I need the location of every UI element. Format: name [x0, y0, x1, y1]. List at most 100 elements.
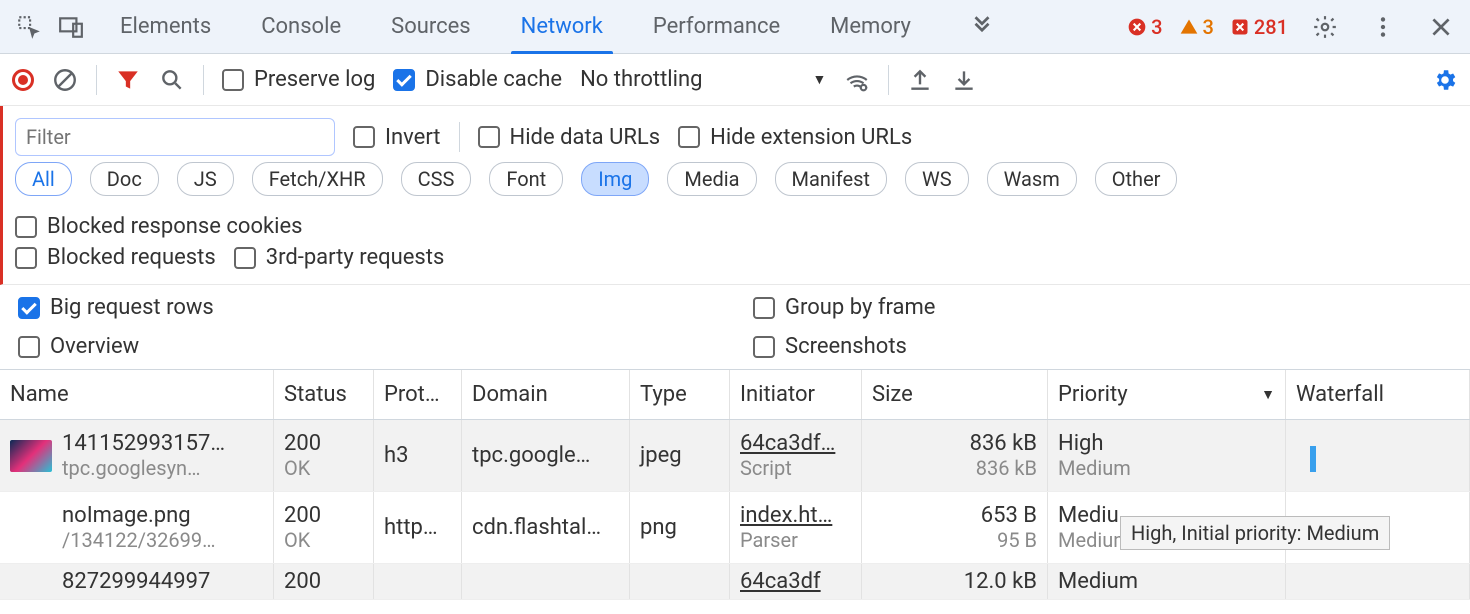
invert-label: Invert [385, 125, 441, 150]
clear-button[interactable] [52, 67, 78, 93]
initiator-link[interactable]: index.ht… [740, 503, 851, 528]
priority-initial: Medium [1058, 456, 1275, 480]
col-status[interactable]: Status [274, 370, 374, 419]
initiator-link[interactable]: 64ca3df [740, 569, 851, 594]
filter-input[interactable] [15, 118, 335, 156]
issue-count[interactable]: 281 [1230, 15, 1288, 39]
disable-cache-toggle[interactable]: Disable cache [393, 67, 562, 92]
error-count[interactable]: 3 [1127, 15, 1162, 39]
kebab-menu-icon[interactable] [1362, 6, 1404, 48]
divider [203, 65, 204, 95]
request-path: tpc.googlesyn… [62, 456, 225, 480]
hide-ext-urls-toggle[interactable]: Hide extension URLs [678, 125, 912, 150]
request-path: /134122/32699… [62, 528, 216, 552]
filter-icon[interactable] [115, 67, 141, 93]
size: 653 B [981, 503, 1037, 528]
disable-cache-label: Disable cache [425, 67, 562, 92]
size: 836 kB [970, 431, 1037, 456]
tab-console[interactable]: Console [261, 0, 341, 53]
blocked-requests-toggle[interactable]: Blocked requests [15, 245, 216, 270]
table-row[interactable]: 141152993157…tpc.googlesyn… 200OK h3 tpc… [0, 420, 1470, 492]
export-har-icon[interactable] [907, 67, 933, 93]
type-filter-css[interactable]: CSS [401, 162, 472, 196]
col-initiator[interactable]: Initiator [730, 370, 862, 419]
col-name[interactable]: Name [0, 370, 274, 419]
type-filter-font[interactable]: Font [489, 162, 563, 196]
col-type[interactable]: Type [630, 370, 730, 419]
throttling-value: No throttling [580, 67, 702, 92]
import-har-icon[interactable] [951, 67, 977, 93]
settings-icon[interactable] [1304, 6, 1346, 48]
type-filter-img[interactable]: Img [581, 162, 649, 196]
inspect-icon[interactable] [8, 6, 50, 48]
type-filter-js[interactable]: JS [177, 162, 234, 196]
more-tabs-icon[interactable] [961, 6, 1003, 48]
type: png [640, 515, 719, 540]
tab-network[interactable]: Network [521, 0, 603, 53]
display-options: Big request rows Overview Group by frame… [0, 285, 1470, 370]
type-filter-fetch[interactable]: Fetch/XHR [252, 162, 383, 196]
screenshots-toggle[interactable]: Screenshots [753, 334, 1452, 359]
filter-bar: Invert Hide data URLs Hide extension URL… [0, 106, 1470, 285]
col-priority[interactable]: Priority▼ [1048, 370, 1286, 419]
type-filter-all[interactable]: All [15, 162, 72, 196]
status-text: OK [284, 528, 363, 552]
device-toggle-icon[interactable] [50, 6, 92, 48]
big-rows-toggle[interactable]: Big request rows [18, 295, 717, 320]
network-conditions-icon[interactable] [844, 67, 870, 93]
hide-data-urls-toggle[interactable]: Hide data URLs [478, 125, 661, 150]
warning-count[interactable]: 3 [1179, 15, 1214, 39]
request-name: 827299944997 [62, 569, 210, 594]
initiator-link[interactable]: 64ca3df… [740, 431, 851, 456]
size-actual: 836 kB [976, 456, 1037, 480]
type: jpeg [640, 443, 719, 468]
protocol: http… [384, 515, 451, 540]
record-button[interactable] [12, 69, 34, 91]
invert-toggle[interactable]: Invert [353, 125, 441, 150]
third-party-toggle[interactable]: 3rd-party requests [234, 245, 445, 270]
panel-tabs: Elements Console Sources Network Perform… [120, 0, 1003, 53]
status-text: OK [284, 456, 363, 480]
tab-memory[interactable]: Memory [830, 0, 911, 53]
big-rows-label: Big request rows [50, 295, 214, 320]
network-settings-icon[interactable] [1432, 67, 1458, 93]
thumbnail [10, 440, 52, 472]
search-icon[interactable] [159, 67, 185, 93]
close-icon[interactable] [1420, 6, 1462, 48]
third-party-label: 3rd-party requests [266, 245, 445, 270]
status-code: 200 [284, 431, 363, 456]
blocked-cookies-label: Blocked response cookies [47, 214, 303, 239]
type-filter-ws[interactable]: WS [905, 162, 969, 196]
tab-sources[interactable]: Sources [391, 0, 471, 53]
type-filter-manifest[interactable]: Manifest [775, 162, 887, 196]
table-row[interactable]: 827299944997 200 64ca3df 12.0 kB Medium [0, 564, 1470, 600]
col-priority-label: Priority [1058, 382, 1128, 407]
col-domain[interactable]: Domain [462, 370, 630, 419]
blocked-cookies-toggle[interactable]: Blocked response cookies [15, 214, 303, 239]
screenshots-label: Screenshots [785, 334, 907, 359]
request-name: noImage.png [62, 503, 216, 528]
domain: cdn.flashtal… [472, 515, 619, 540]
type-filter-doc[interactable]: Doc [90, 162, 159, 196]
preserve-log-toggle[interactable]: Preserve log [222, 67, 375, 92]
hide-data-label: Hide data URLs [510, 125, 661, 150]
overview-label: Overview [50, 334, 139, 359]
tab-performance[interactable]: Performance [653, 0, 780, 53]
overview-toggle[interactable]: Overview [18, 334, 717, 359]
waterfall-bar [1310, 446, 1316, 472]
type-filter-other[interactable]: Other [1095, 162, 1178, 196]
col-protocol[interactable]: Prot… [374, 370, 462, 419]
type-filter-media[interactable]: Media [667, 162, 756, 196]
size: 12.0 kB [964, 569, 1037, 594]
hide-ext-label: Hide extension URLs [710, 125, 912, 150]
status-code: 200 [284, 503, 363, 528]
table-header: Name Status Prot… Domain Type Initiator … [0, 370, 1470, 420]
tab-elements[interactable]: Elements [120, 0, 211, 53]
request-name: 141152993157… [62, 431, 225, 456]
group-frame-toggle[interactable]: Group by frame [753, 295, 1452, 320]
col-size[interactable]: Size [862, 370, 1048, 419]
col-waterfall[interactable]: Waterfall [1286, 370, 1470, 419]
priority: Medium [1058, 569, 1275, 594]
type-filter-wasm[interactable]: Wasm [987, 162, 1077, 196]
throttling-dropdown[interactable]: No throttling▼ [580, 67, 826, 92]
